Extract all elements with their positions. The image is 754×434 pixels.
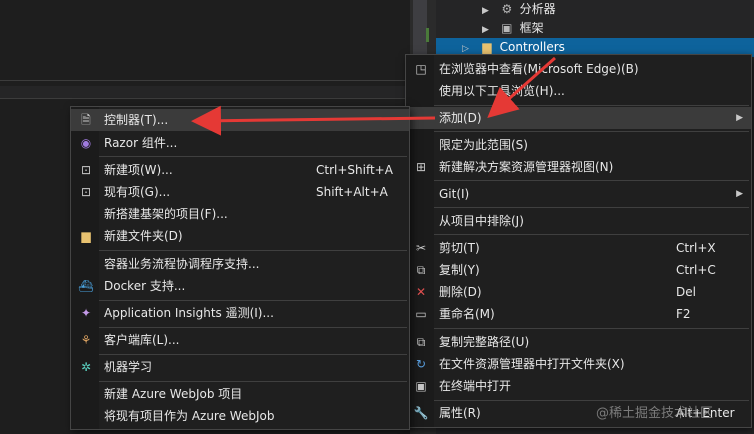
shortcut-label: Ctrl+X: [676, 241, 716, 255]
library-icon: ⚘: [80, 333, 92, 347]
scissors-icon: ✂: [415, 241, 427, 255]
framework-icon: ▣: [501, 21, 513, 35]
shortcut-label: Del: [676, 285, 696, 299]
tree-item-label: 分析器: [519, 2, 556, 16]
menu-item-docker-support[interactable]: ⛴ Docker 支持...: [71, 275, 409, 297]
change-marker: [426, 28, 429, 42]
terminal-icon: ▣: [415, 379, 427, 393]
folder-icon: ▆: [81, 229, 91, 243]
menu-item-machine-learning[interactable]: ✲ 机器学习: [71, 356, 409, 378]
menu-item-properties[interactable]: 🔧 属性(R) Alt+Enter: [406, 402, 751, 424]
delete-x-icon: ✕: [415, 285, 427, 299]
menu-item-scope-to-this[interactable]: 限定为此范围(S): [406, 134, 751, 156]
menu-item-copy[interactable]: ⧉ 复制(Y) Ctrl+C: [406, 259, 751, 281]
tree-item-label: Controllers: [499, 40, 565, 54]
solution-view-icon: ⊞: [415, 160, 427, 174]
menu-item-cut[interactable]: ✂ 剪切(T) Ctrl+X: [406, 237, 751, 259]
menu-separator: [434, 234, 749, 235]
menu-item-new-folder[interactable]: ▆ 新建文件夹(D): [71, 225, 409, 247]
tree-item-frameworks[interactable]: ▶ ▣ 框架: [482, 19, 544, 38]
menu-item-existing-as-webjob[interactable]: 将现有项目作为 Azure WebJob: [71, 405, 409, 427]
menu-item-add[interactable]: 添加(D) ▶: [406, 107, 751, 129]
menu-separator: [99, 156, 407, 157]
submenu-arrow-icon: ▶: [736, 189, 743, 199]
menu-item-app-insights[interactable]: ✦ Application Insights 遥测(I)...: [71, 302, 409, 324]
context-menu: ◳ 在浏览器中查看(Microsoft Edge)(B) 使用以下工具浏览(H)…: [405, 54, 752, 428]
new-item-icon: ⊡: [80, 163, 92, 177]
menu-item-rename[interactable]: ▭ 重命名(M) F2: [406, 303, 751, 325]
lightbulb-icon: ✦: [80, 306, 92, 320]
menu-separator: [99, 250, 407, 251]
menu-separator: [434, 105, 749, 106]
editor-status-band: [0, 86, 410, 99]
shortcut-label: Ctrl+C: [676, 263, 716, 277]
menu-item-view-in-browser[interactable]: ◳ 在浏览器中查看(Microsoft Edge)(B): [406, 58, 751, 80]
menu-item-exclude[interactable]: 从项目中排除(J): [406, 210, 751, 232]
add-submenu: 🗎 控制器(T)... ◉ Razor 组件... ⊡ 新建项(W)... Ct…: [70, 106, 410, 430]
editor-divider: [0, 80, 410, 81]
menu-item-delete[interactable]: ✕ 删除(D) Del: [406, 281, 751, 303]
existing-item-icon: ⊡: [80, 185, 92, 199]
menu-item-existing-item[interactable]: ⊡ 现有项(G)... Shift+Alt+A: [71, 181, 409, 203]
controller-file-icon: 🗎: [81, 113, 91, 127]
menu-separator: [434, 328, 749, 329]
menu-item-new-scaffolded-item[interactable]: 新搭建基架的项目(F)...: [71, 203, 409, 225]
wrench-icon: 🔧: [413, 406, 429, 420]
menu-separator: [99, 354, 407, 355]
browser-icon: ◳: [415, 62, 427, 76]
ml-gear-icon: ✲: [80, 360, 92, 374]
menu-item-new-webjob[interactable]: 新建 Azure WebJob 项目: [71, 383, 409, 405]
shortcut-label: F2: [676, 307, 691, 321]
open-folder-arrow-icon: ↻: [415, 357, 427, 371]
tree-item-analyzers[interactable]: ▶ ⚙ 分析器: [482, 0, 556, 19]
menu-separator: [434, 207, 749, 208]
submenu-arrow-icon: ▶: [736, 113, 743, 123]
copy-path-icon: ⧉: [416, 335, 426, 349]
menu-separator: [434, 400, 749, 401]
menu-item-copy-full-path[interactable]: ⧉ 复制完整路径(U): [406, 331, 751, 353]
menu-item-new-solution-view[interactable]: ⊞ 新建解决方案资源管理器视图(N): [406, 156, 751, 178]
shortcut-label: Ctrl+Shift+A: [316, 163, 393, 177]
menu-separator: [434, 180, 749, 181]
menu-separator: [99, 300, 407, 301]
copy-icon: ⧉: [416, 263, 426, 277]
rename-icon: ▭: [415, 307, 427, 321]
scrollbar-thumb[interactable]: [413, 0, 427, 60]
analyzer-icon: ⚙: [501, 2, 513, 16]
menu-item-controller[interactable]: 🗎 控制器(T)...: [71, 109, 409, 131]
menu-item-open-in-explorer[interactable]: ↻ 在文件资源管理器中打开文件夹(X): [406, 353, 751, 375]
menu-item-new-item[interactable]: ⊡ 新建项(W)... Ctrl+Shift+A: [71, 159, 409, 181]
menu-separator: [434, 131, 749, 132]
docker-icon: ⛴: [78, 279, 94, 293]
menu-item-open-in-terminal[interactable]: ▣ 在终端中打开: [406, 375, 751, 397]
menu-item-razor-component[interactable]: ◉ Razor 组件...: [71, 132, 409, 154]
menu-item-browse-with[interactable]: 使用以下工具浏览(H)...: [406, 80, 751, 102]
menu-separator: [99, 381, 407, 382]
menu-item-git[interactable]: Git(I) ▶: [406, 183, 751, 205]
shortcut-label: Shift+Alt+A: [316, 185, 388, 199]
tree-item-label: 框架: [519, 21, 544, 35]
menu-separator: [99, 327, 407, 328]
shortcut-label: Alt+Enter: [676, 406, 735, 420]
razor-icon: ◉: [80, 136, 92, 150]
menu-item-container-orchestrator[interactable]: 容器业务流程协调程序支持...: [71, 253, 409, 275]
menu-item-client-library[interactable]: ⚘ 客户端库(L)...: [71, 329, 409, 351]
